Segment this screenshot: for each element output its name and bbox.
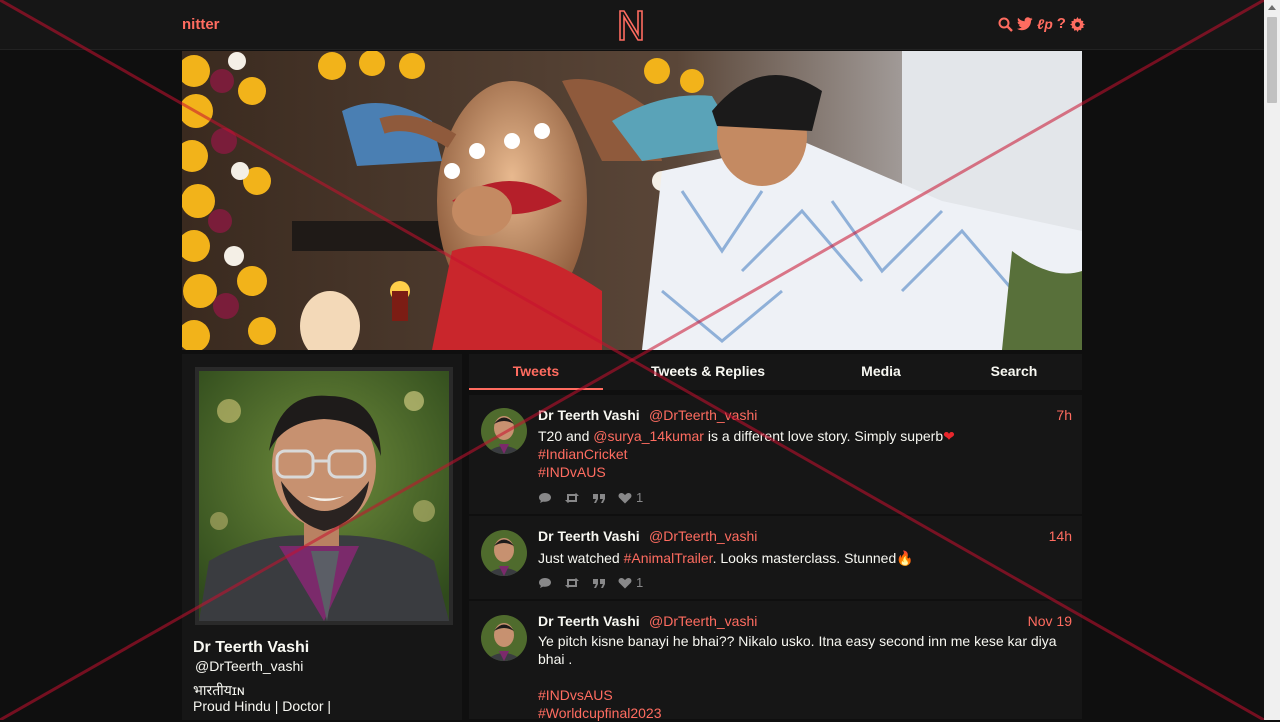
tweet-date[interactable]: Nov 19	[1028, 613, 1072, 629]
tweet-content: T20 and @surya_14kumar is a different lo…	[538, 427, 1068, 481]
profile-username[interactable]: @DrTeerth_vashi	[195, 658, 303, 674]
tweet-content: Ye pitch kisne banayi he bhai?? Nikalo u…	[538, 632, 1068, 722]
heart-emoji: ❤	[943, 428, 955, 444]
mention-link[interactable]: @surya_14kumar	[593, 428, 704, 444]
timeline-tabs: Tweets Tweets & Replies Media Search	[469, 354, 1082, 390]
scroll-thumb[interactable]	[1267, 17, 1277, 103]
tweet-item[interactable]: Dr Teerth Vashi @DrTeerth_vashi Nov 19 Y…	[469, 601, 1082, 722]
profile-bio-line: Proud Hindu | Doctor |	[193, 698, 332, 714]
tweet-stats: 1	[538, 575, 643, 590]
scroll-up-arrow[interactable]	[1268, 5, 1276, 10]
tab-tweets[interactable]: Tweets	[469, 354, 603, 390]
tweet-content: Just watched #AnimalTrailer. Looks maste…	[538, 549, 1068, 567]
retweet-icon[interactable]	[564, 492, 580, 504]
retweet-icon[interactable]	[564, 577, 580, 589]
tweet-item[interactable]: Dr Teerth Vashi @DrTeerth_vashi 14h Just…	[469, 516, 1082, 600]
tweet-text: Ye pitch kisne banayi he bhai?? Nikalo u…	[538, 633, 1057, 667]
profile-banner[interactable]	[182, 51, 1082, 350]
like-count: 1	[636, 490, 644, 505]
tab-media[interactable]: Media	[831, 354, 931, 390]
reply-icon[interactable]	[538, 492, 552, 504]
tweet-text: is a different love story. Simply superb	[703, 428, 944, 444]
banner-image	[182, 51, 1082, 350]
nitter-logo-icon[interactable]	[617, 8, 645, 42]
liberapay-icon[interactable]: ℓp	[1037, 16, 1053, 32]
tab-tweets-replies[interactable]: Tweets & Replies	[634, 354, 782, 390]
top-icons: ℓp ?	[998, 16, 1085, 32]
search-icon[interactable]	[998, 17, 1013, 32]
tweet-username[interactable]: @DrTeerth_vashi	[649, 407, 757, 423]
hashtag-link[interactable]: #INDvsAUS	[538, 687, 613, 703]
avatar-image	[199, 371, 449, 621]
tweet-stats: 1	[538, 490, 643, 505]
tweet-avatar[interactable]	[481, 408, 527, 454]
hashtag-link[interactable]: #IndianCricket	[538, 446, 628, 462]
like-button[interactable]: 1	[618, 490, 643, 505]
fire-emoji: 🔥	[896, 550, 914, 566]
tweet-text: . Looks masterclass. Stunned	[712, 550, 897, 566]
tweet-avatar[interactable]	[481, 530, 527, 576]
tweet-item[interactable]: Dr Teerth Vashi @DrTeerth_vashi 7h T20 a…	[469, 395, 1082, 515]
hashtag-link[interactable]: #Worldcupfinal2023	[538, 705, 662, 721]
like-count: 1	[636, 575, 644, 590]
tweet-fullname[interactable]: Dr Teerth Vashi	[538, 528, 640, 544]
twitter-bird-icon[interactable]	[1017, 17, 1033, 31]
profile-fullname[interactable]: Dr Teerth Vashi	[193, 639, 309, 657]
tweet-fullname[interactable]: Dr Teerth Vashi	[538, 407, 640, 423]
tweet-date[interactable]: 14h	[1049, 528, 1072, 544]
hashtag-link[interactable]: #AnimalTrailer	[624, 550, 713, 566]
tweet-avatar[interactable]	[481, 615, 527, 661]
quote-icon[interactable]	[592, 492, 606, 504]
reply-icon[interactable]	[538, 577, 552, 589]
top-navbar: nitter ℓp ?	[0, 0, 1264, 50]
tweet-username[interactable]: @DrTeerth_vashi	[649, 528, 757, 544]
heart-icon	[618, 492, 632, 503]
tweet-text: T20 and	[538, 428, 594, 444]
like-button[interactable]: 1	[618, 575, 643, 590]
heart-icon	[618, 577, 632, 588]
help-icon[interactable]: ?	[1057, 16, 1066, 32]
nitter-home-link[interactable]: nitter	[182, 16, 220, 33]
tab-search[interactable]: Search	[964, 354, 1064, 390]
tweet-text: Just watched	[538, 550, 624, 566]
page-scrollbar[interactable]	[1264, 0, 1280, 720]
tweet-date[interactable]: 7h	[1056, 407, 1072, 423]
tweet-username[interactable]: @DrTeerth_vashi	[649, 613, 757, 629]
tweet-fullname[interactable]: Dr Teerth Vashi	[538, 613, 640, 629]
hashtag-link[interactable]: #INDvAUS	[538, 464, 606, 480]
profile-avatar[interactable]	[195, 367, 453, 625]
quote-icon[interactable]	[592, 577, 606, 589]
gear-icon[interactable]	[1069, 16, 1085, 32]
